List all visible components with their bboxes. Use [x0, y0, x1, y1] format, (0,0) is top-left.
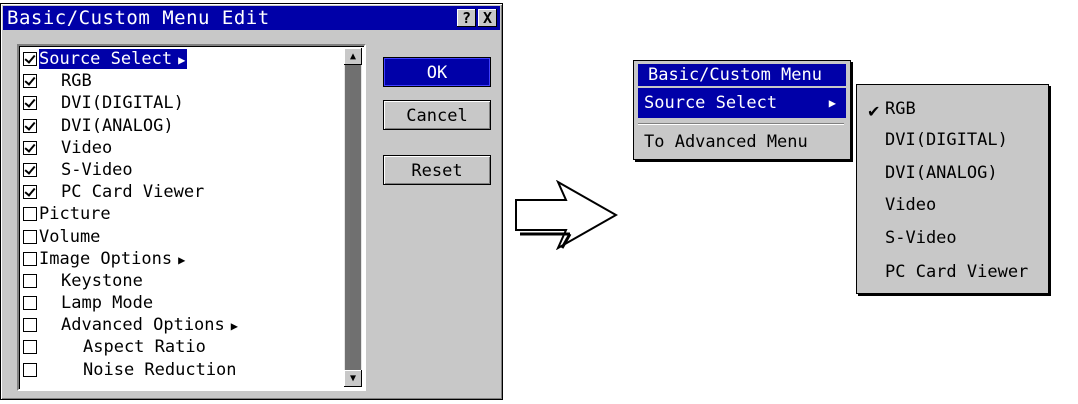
checkbox[interactable] — [23, 229, 37, 244]
menu-item-source-select[interactable]: Source Select ▶ — [638, 88, 846, 118]
scrollbar-track[interactable] — [344, 65, 362, 370]
list-item-label: Keystone — [61, 270, 143, 291]
checkbox[interactable] — [23, 251, 37, 266]
submenu-item[interactable]: Video — [885, 193, 936, 217]
checkbox[interactable] — [23, 296, 37, 311]
list-item[interactable]: S-Video — [23, 159, 345, 181]
basic-custom-menu: Basic/Custom Menu Source Select ▶ To Adv… — [633, 60, 851, 160]
vertical-scrollbar[interactable]: ▲ ▼ — [344, 48, 362, 387]
checkbox[interactable] — [23, 207, 37, 222]
right-arrow-icon — [515, 180, 618, 250]
menu-item-to-advanced-menu[interactable]: To Advanced Menu — [644, 127, 808, 157]
list-item-label: Picture — [39, 204, 111, 225]
checkbox[interactable] — [23, 96, 37, 111]
scroll-up-button[interactable]: ▲ — [344, 48, 362, 65]
menu-items-list: Source Select ▶ RGB DVI(DIGITAL) DVI(ANALOG)… — [23, 48, 345, 381]
checkbox[interactable] — [23, 118, 37, 133]
list-item[interactable]: RGB — [23, 70, 345, 92]
list-item[interactable]: Lamp Mode — [23, 292, 345, 314]
submenu-arrow-icon: ▶ — [178, 53, 186, 67]
list-item[interactable]: Source Select ▶ — [23, 48, 345, 70]
ok-button[interactable]: OK — [383, 57, 491, 87]
list-item-label: Advanced Options ▶ — [61, 315, 238, 336]
checkbox[interactable] — [23, 273, 37, 288]
menu-divider — [638, 123, 844, 125]
scroll-down-button[interactable]: ▼ — [344, 370, 362, 387]
list-item-label: Source Select ▶ — [39, 49, 188, 69]
list-item-label: Aspect Ratio — [83, 337, 206, 358]
list-item[interactable]: Advanced Options ▶ — [23, 314, 345, 336]
submenu-item[interactable]: DVI(DIGITAL) — [885, 128, 1008, 152]
submenu-item[interactable]: S-Video — [885, 226, 957, 250]
source-select-submenu: ✔ RGB DVI(DIGITAL) DVI(ANALOG) Video S-Video… — [856, 84, 1049, 294]
list-item[interactable]: Image Options ▶ — [23, 248, 345, 270]
checkbox[interactable] — [23, 162, 37, 177]
list-item[interactable]: PC Card Viewer — [23, 181, 345, 203]
checkbox[interactable] — [23, 185, 37, 200]
checkbox[interactable] — [23, 52, 37, 66]
help-button[interactable]: ? — [457, 9, 476, 27]
checkbox[interactable] — [23, 340, 37, 355]
list-item-label: DVI(ANALOG) — [61, 115, 174, 136]
list-item-label: PC Card Viewer — [61, 182, 205, 203]
submenu-item[interactable]: RGB — [885, 97, 916, 121]
list-item-label: Volume — [39, 226, 101, 247]
list-item-label: RGB — [61, 71, 92, 92]
list-item[interactable]: Keystone — [23, 270, 345, 292]
checkbox[interactable] — [23, 362, 37, 377]
checkbox[interactable] — [23, 74, 37, 89]
list-item[interactable]: Noise Reduction — [23, 359, 345, 381]
list-item[interactable]: Aspect Ratio — [23, 336, 345, 358]
menu-edit-dialog: Basic/Custom Menu Edit ? X Source Select… — [0, 3, 503, 400]
list-item-label: Lamp Mode — [61, 293, 154, 314]
close-button[interactable]: X — [478, 9, 497, 27]
list-item-label: DVI(DIGITAL) — [61, 93, 184, 114]
checkbox[interactable] — [23, 318, 37, 333]
submenu-arrow-icon: ▶ — [828, 96, 836, 110]
list-item-label: Noise Reduction — [83, 359, 237, 380]
checkbox[interactable] — [23, 140, 37, 155]
list-item-label: S-Video — [61, 159, 133, 180]
checkmark-icon: ✔ — [867, 102, 881, 121]
list-item[interactable]: DVI(ANALOG) — [23, 115, 345, 137]
submenu-item[interactable]: DVI(ANALOG) — [885, 161, 998, 185]
submenu-item[interactable]: PC Card Viewer — [885, 260, 1028, 284]
list-item[interactable]: Volume — [23, 226, 345, 248]
list-item-label: Video — [61, 137, 113, 158]
list-item-label: Image Options ▶ — [39, 248, 186, 269]
menu-title: Basic/Custom Menu — [638, 64, 846, 86]
list-item[interactable]: Picture — [23, 203, 345, 225]
submenu-arrow-icon: ▶ — [230, 319, 238, 334]
scrollbar-thumb[interactable] — [345, 65, 361, 370]
dialog-title-bar: Basic/Custom Menu Edit ? X — [3, 6, 500, 30]
menu-items-listbox: Source Select ▶ RGB DVI(DIGITAL) DVI(ANALOG)… — [17, 44, 366, 391]
cancel-button[interactable]: Cancel — [383, 100, 491, 130]
list-item[interactable]: DVI(DIGITAL) — [23, 92, 345, 114]
dialog-title: Basic/Custom Menu Edit — [7, 7, 270, 29]
reset-button[interactable]: Reset — [383, 155, 491, 185]
menu-item-label: Source Select — [644, 93, 778, 113]
list-item[interactable]: Video — [23, 137, 345, 159]
submenu-arrow-icon: ▶ — [178, 252, 186, 267]
